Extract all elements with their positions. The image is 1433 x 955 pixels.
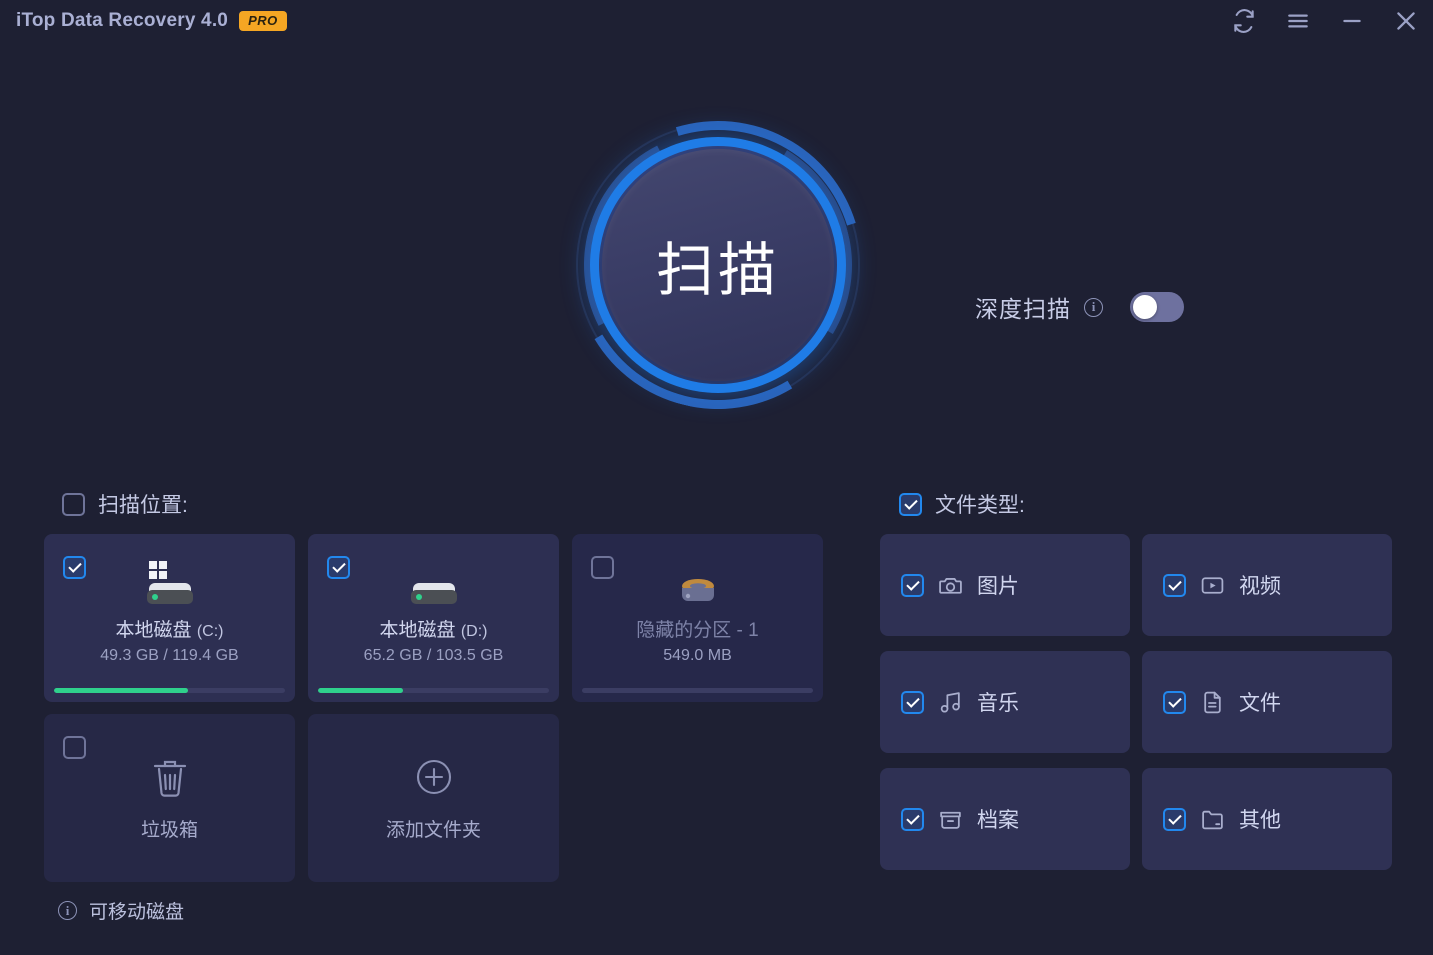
file-type-checkbox-document[interactable]	[1163, 690, 1186, 714]
location-name-d: 本地磁盘 (D:)	[308, 615, 559, 642]
file-type-label-other: 其他	[1239, 809, 1281, 832]
file-type-checkbox-music[interactable]	[901, 690, 924, 714]
location-card-c[interactable]: 本地磁盘 (C:) 49.3 GB / 119.4 GB	[44, 534, 295, 702]
plus-circle-icon	[412, 755, 456, 804]
window-controls	[1217, 0, 1433, 42]
file-type-card-video[interactable]: 视频	[1142, 534, 1392, 636]
location-name-text-c: 本地磁盘	[115, 620, 192, 641]
file-type-header-label: 文件类型:	[935, 494, 1025, 517]
add-folder-card[interactable]: 添加文件夹	[308, 714, 559, 882]
file-type-label-archive: 档案	[977, 809, 1019, 832]
deep-scan-toggle[interactable]	[1130, 292, 1184, 322]
recycle-bin-checkbox[interactable]	[63, 736, 86, 759]
file-type-checkbox-archive[interactable]	[901, 807, 924, 831]
scan-section: 扫描 深度扫描 i	[0, 42, 1433, 482]
file-type-card-music[interactable]: 音乐	[880, 651, 1130, 753]
location-size-hidden-partition: 549.0 MB	[663, 647, 732, 664]
file-type-label-video: 视频	[1239, 575, 1281, 598]
scan-location-header: 扫描位置:	[62, 489, 188, 519]
location-size-d: 65.2 GB / 103.5 GB	[363, 647, 504, 664]
file-type-checkbox-other[interactable]	[1163, 807, 1186, 831]
location-usage-bar-d	[318, 688, 549, 693]
scan-button-label: 扫描	[655, 238, 780, 303]
title-bar: iTop Data Recovery 4.0 PRO	[0, 0, 1433, 42]
deep-scan-row: 深度扫描 i	[975, 290, 1184, 324]
folder-icon	[1200, 807, 1225, 832]
file-type-label-photo: 图片	[977, 575, 1019, 598]
removable-disk-hint[interactable]: i 可移动磁盘	[58, 897, 184, 924]
location-drive-letter-c: (C:)	[196, 623, 224, 640]
add-folder-label: 添加文件夹	[385, 819, 481, 841]
file-type-select-all-checkbox[interactable]	[899, 492, 922, 516]
info-icon[interactable]: i	[1084, 297, 1103, 317]
location-usage-fill-d	[318, 688, 404, 693]
archive-icon	[938, 807, 963, 832]
location-size-c: 49.3 GB / 119.4 GB	[100, 647, 239, 664]
removable-disk-label: 可移动磁盘	[89, 902, 185, 923]
scan-location-select-all-checkbox[interactable]	[62, 492, 85, 516]
location-name-c: 本地磁盘 (C:)	[44, 615, 295, 642]
windows-drive-icon	[44, 558, 295, 610]
file-type-checkbox-video[interactable]	[1163, 573, 1186, 597]
app-title: iTop Data Recovery 4.0	[16, 10, 229, 31]
refresh-icon[interactable]	[1217, 0, 1271, 42]
location-drive-letter-d: (D:)	[460, 623, 488, 640]
trash-icon	[149, 755, 191, 804]
file-type-header: 文件类型:	[899, 489, 1025, 519]
location-card-recycle-bin[interactable]: 垃圾箱	[44, 714, 295, 882]
location-name-text-d: 本地磁盘	[379, 620, 456, 641]
app-window: iTop Data Recovery 4.0 PRO 扫描 深度扫描 i 扫描位…	[0, 0, 1433, 955]
document-icon	[1200, 690, 1225, 715]
location-name-text-hidden: 隐藏的分区 - 1	[636, 620, 759, 641]
scan-button[interactable]: 扫描	[523, 70, 913, 460]
close-icon[interactable]	[1379, 0, 1433, 42]
location-card-hidden-partition[interactable]: 隐藏的分区 - 1 549.0 MB	[572, 534, 823, 702]
pro-badge: PRO	[239, 11, 287, 31]
location-usage-bar-hidden-partition	[582, 688, 813, 693]
file-type-card-photo[interactable]: 图片	[880, 534, 1130, 636]
scan-location-header-label: 扫描位置:	[98, 494, 188, 517]
location-usage-fill-c	[54, 688, 188, 693]
recycle-bin-label: 垃圾箱	[140, 819, 198, 841]
file-type-checkbox-photo[interactable]	[901, 573, 924, 597]
location-card-d[interactable]: 本地磁盘 (D:) 65.2 GB / 103.5 GB	[308, 534, 559, 702]
location-usage-bar-c	[54, 688, 285, 693]
file-type-label-document: 文件	[1239, 692, 1281, 715]
video-icon	[1200, 573, 1225, 598]
hidden-partition-icon	[572, 558, 823, 610]
add-folder-content: 添加文件夹	[308, 714, 559, 882]
drive-icon	[308, 558, 559, 610]
camera-icon	[938, 573, 963, 598]
toggle-knob	[1133, 295, 1157, 319]
deep-scan-label: 深度扫描	[975, 296, 1071, 322]
file-type-card-document[interactable]: 文件	[1142, 651, 1392, 753]
music-icon	[938, 690, 963, 715]
location-name-hidden-partition: 隐藏的分区 - 1	[572, 615, 823, 642]
file-type-label-music: 音乐	[977, 692, 1019, 715]
file-type-card-other[interactable]: 其他	[1142, 768, 1392, 870]
removable-info-icon: i	[58, 901, 77, 920]
minimize-icon[interactable]	[1325, 0, 1379, 42]
file-type-card-archive[interactable]: 档案	[880, 768, 1130, 870]
scan-button-face[interactable]: 扫描	[602, 149, 834, 381]
menu-icon[interactable]	[1271, 0, 1325, 42]
